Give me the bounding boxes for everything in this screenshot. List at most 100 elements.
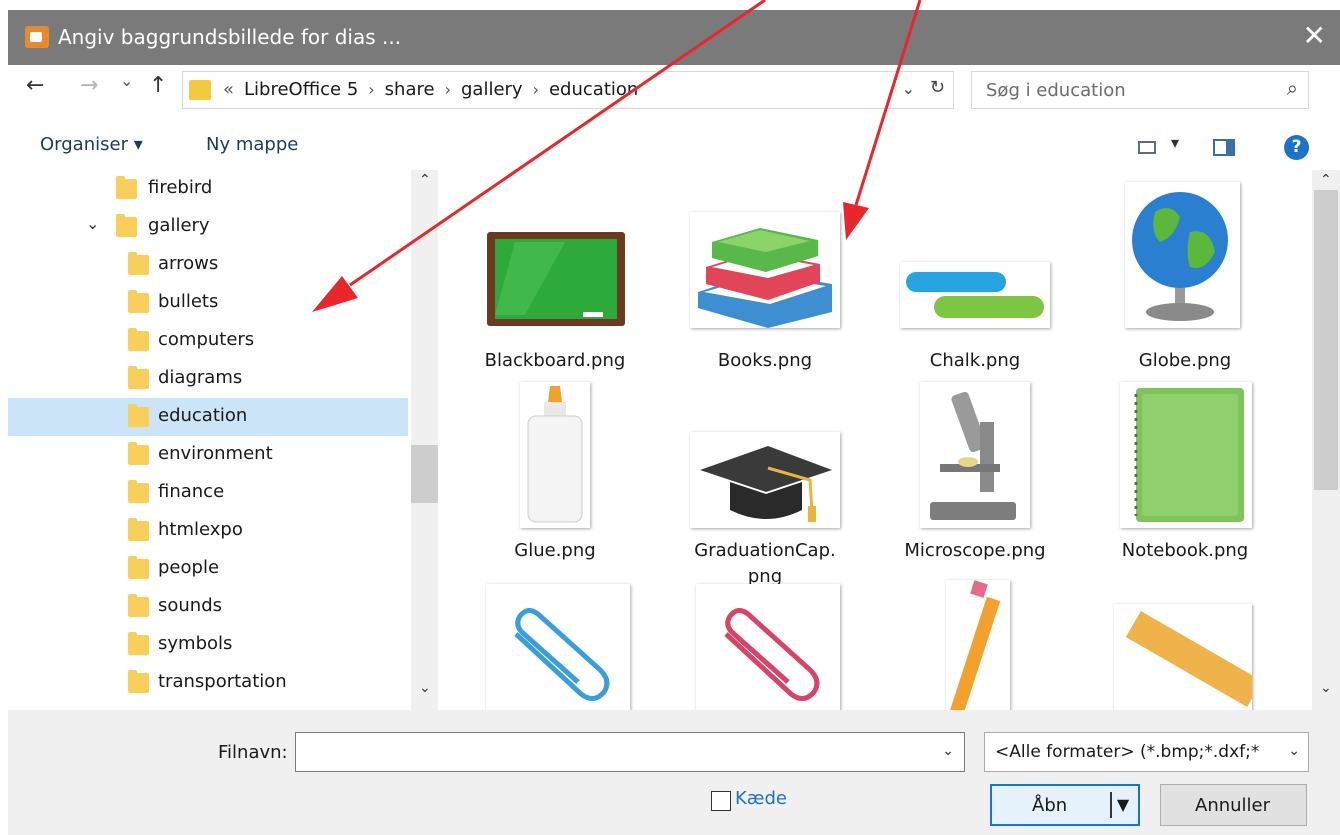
breadcrumb-gallery[interactable]: gallery [461,79,523,100]
window-title: Angiv baggrundsbillede for dias ... [58,25,402,49]
tree-item-education[interactable]: education [8,398,408,436]
tree-item-firebird[interactable]: firebird [8,170,408,208]
breadcrumb-libreoffice[interactable]: LibreOffice 5 [244,79,358,100]
change-view-icon[interactable] [1138,141,1156,154]
pencil-icon [949,580,1001,710]
filename-label: Filnavn: [218,742,288,763]
navigation-bar: ← → ⌄ ↑ «LibreOffice 5 › share › gallery › edu… [8,65,1340,115]
address-dropdown-icon[interactable]: ⌄ [902,79,915,98]
forward-arrow-icon[interactable]: → [80,73,98,98]
open-button-label: Åbn [1032,795,1068,816]
folder-icon [128,290,149,313]
view-options-dropdown-icon[interactable]: ▾ [1171,133,1179,152]
thumbnail-frame [920,382,1030,528]
tree-item-people[interactable]: people [8,550,408,588]
folder-icon [128,328,149,351]
tree-item-label: bullets [158,291,219,312]
breadcrumb-separator[interactable]: › [358,80,384,99]
address-bar[interactable]: «LibreOffice 5 › share › gallery › education ⌄… [182,71,954,109]
tree-item-arrows[interactable]: arrows [8,246,408,284]
tree-item-finance[interactable]: finance [8,474,408,512]
tree-item-transportation[interactable]: transportation [8,664,408,702]
tree-scrollbar[interactable]: ⌃ ⌄ [411,170,438,710]
folder-icon [116,176,137,199]
breadcrumb-overflow[interactable]: « [223,79,244,100]
cancel-button[interactable]: Annuller [1160,784,1307,826]
organize-button[interactable]: Organiser ▾ [40,134,143,155]
file-type-select[interactable]: <Alle formater> (*.bmp;*.dxf;* ⌄ [984,732,1309,772]
file-type-dropdown-icon[interactable]: ⌄ [1288,743,1300,759]
folder-icon [128,366,149,389]
tree-item-gallery[interactable]: ⌄ gallery [8,208,408,246]
folder-icon [128,594,149,617]
thumbnail-frame [1120,382,1252,528]
tree-item-label: environment [158,443,273,464]
tree-item-label: computers [158,329,255,350]
tree-item-diagrams[interactable]: diagrams [8,360,408,398]
tree-item-label: education [158,405,248,426]
tree-item-label: diagrams [158,367,243,388]
search-icon[interactable]: ⌕ [1287,76,1298,100]
folder-icon [128,556,149,579]
link-checkbox[interactable] [711,791,731,811]
thumbnail-frame [486,584,630,710]
graduation-cap-icon [700,446,832,522]
notebook-icon [1134,388,1244,522]
filename-input[interactable]: ⌄ [295,732,965,772]
scroll-up-icon[interactable]: ⌃ [1320,172,1332,188]
file-list-scrollbar[interactable]: ⌃ ⌄ [1312,170,1340,710]
refresh-icon[interactable]: ↻ [930,77,945,98]
preview-pane-icon[interactable] [1213,139,1235,156]
file-name: Notebook.png [1121,540,1249,561]
breadcrumb-education[interactable]: education [549,79,638,100]
thumbnail-frame [900,262,1050,328]
file-name-panel: Filnavn: ⌄ <Alle formater> (*.bmp;*.dxf;… [8,710,1340,835]
tree-item-label: htmlexpo [158,519,243,540]
tree-item-label: finance [158,481,225,502]
scrollbar-thumb[interactable] [411,445,438,503]
expand-chevron-icon[interactable]: ⌄ [86,214,99,233]
file-list: Blackboard.png Books.png Chalk.png Globe… [440,170,1310,710]
file-name-line-1: GraduationCap. [694,540,836,561]
tree-item-htmlexpo[interactable]: htmlexpo [8,512,408,550]
scroll-up-icon[interactable]: ⌃ [419,172,431,188]
scroll-down-icon[interactable]: ⌄ [1320,680,1332,696]
paperclip-icon [514,608,610,701]
scroll-down-icon[interactable]: ⌄ [419,680,431,696]
link-checkbox-label[interactable]: Kæde [735,788,787,809]
back-arrow-icon[interactable]: ← [26,73,44,98]
up-arrow-icon[interactable]: ↑ [149,73,167,98]
blackboard-icon [487,232,625,326]
folder-icon [116,214,137,237]
file-name: Blackboard.png [484,350,626,371]
navigation-pane: firebird ⌄ gallery arrows bullets comput… [8,170,438,710]
scrollbar-thumb[interactable] [1314,190,1338,490]
globe-icon [1132,192,1228,321]
books-icon [698,228,832,328]
help-icon[interactable]: ? [1284,135,1309,160]
chalk-icon [906,272,1044,318]
tree-item-computers[interactable]: computers [8,322,408,360]
thumbnail-frame [1125,182,1240,328]
thumbnail-frame [690,212,840,328]
microscope-icon [930,391,1016,520]
search-box[interactable]: Søg i education ⌕ [971,71,1309,109]
breadcrumb-separator[interactable]: › [435,80,461,99]
cancel-button-label: Annuller [1195,795,1271,816]
breadcrumb-separator[interactable]: › [523,80,549,99]
breadcrumb-share[interactable]: share [385,79,435,100]
tree-item-environment[interactable]: environment [8,436,408,474]
folder-icon [189,80,211,100]
open-options-dropdown-icon[interactable]: ▼ [1110,792,1134,818]
filename-dropdown-icon[interactable]: ⌄ [942,743,954,759]
file-name: Books.png [717,350,813,371]
close-icon[interactable]: ✕ [1303,18,1326,54]
tree-item-sounds[interactable]: sounds [8,588,408,626]
folder-icon [128,480,149,503]
tree-item-symbols[interactable]: symbols [8,626,408,664]
tree-item-bullets[interactable]: bullets [8,284,408,322]
new-folder-button[interactable]: Ny mappe [206,134,298,155]
open-button[interactable]: Åbn ▼ [990,784,1140,826]
search-placeholder: Søg i education [986,80,1126,101]
recent-locations-chevron-icon[interactable]: ⌄ [120,71,133,90]
